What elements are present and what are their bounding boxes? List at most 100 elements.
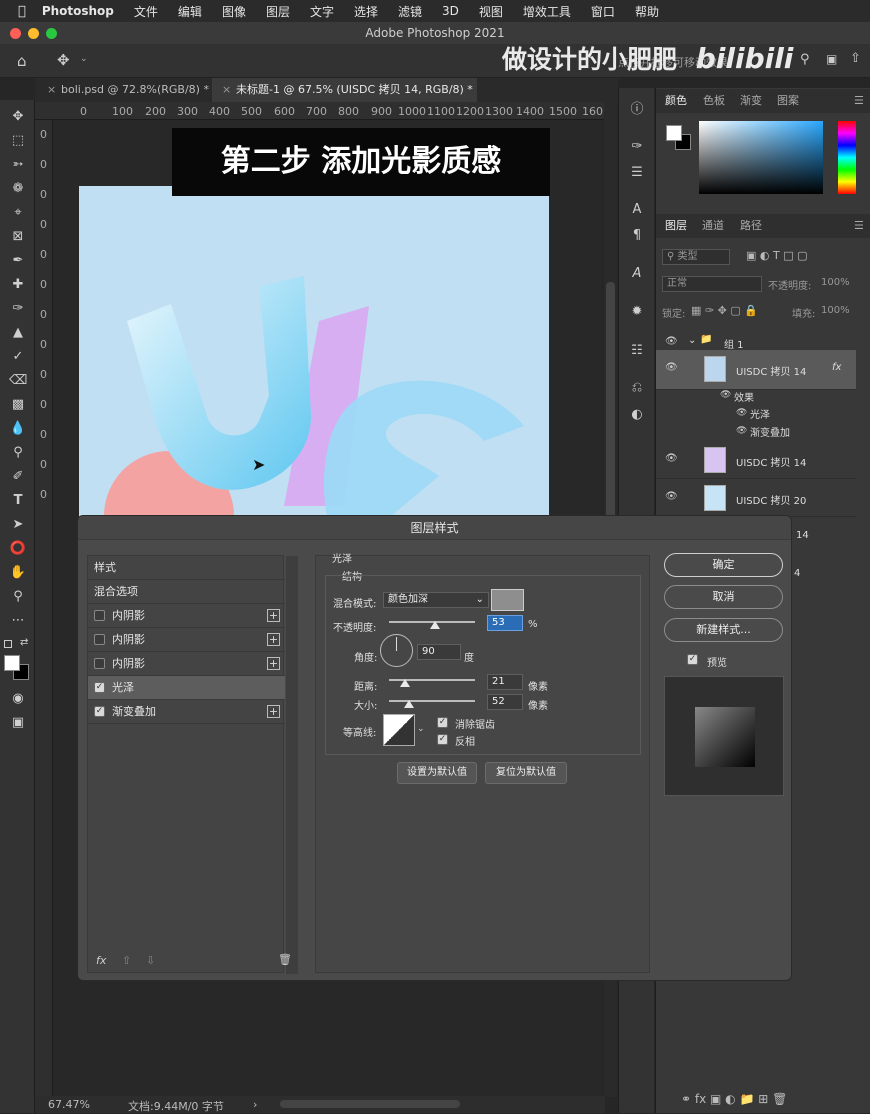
- effect-gradient-overlay[interactable]: 渐变叠加: [750, 424, 790, 439]
- size-slider-handle[interactable]: [404, 700, 414, 708]
- character-icon[interactable]: A: [628, 201, 646, 219]
- home-icon[interactable]: ⌂: [17, 52, 27, 70]
- chevron-right-icon[interactable]: ›: [253, 1098, 257, 1111]
- eye-icon[interactable]: 👁: [665, 491, 678, 502]
- properties-icon[interactable]: ☷: [628, 342, 646, 360]
- brush-tool-icon[interactable]: ✑: [9, 300, 27, 318]
- reset-default-button[interactable]: 复位为默认值: [485, 762, 567, 784]
- quick-select-tool-icon[interactable]: ❁: [9, 180, 27, 198]
- blend-mode-select[interactable]: 颜色加深 ⌄: [383, 592, 489, 608]
- style-checkbox[interactable]: [94, 634, 105, 645]
- panel-menu-icon[interactable]: ☰: [854, 214, 864, 238]
- invert-checkbox[interactable]: ✓: [437, 734, 448, 745]
- adjustments-icon[interactable]: ◐: [628, 406, 646, 424]
- opacity-slider-handle[interactable]: [430, 621, 440, 629]
- chevron-down-icon[interactable]: ⌄: [80, 54, 88, 64]
- menu-filter[interactable]: 滤镜: [398, 3, 422, 20]
- adjust-icon[interactable]: ☰: [628, 164, 646, 182]
- tab-paths[interactable]: 路径: [740, 214, 762, 238]
- share-icon[interactable]: ⇧: [850, 51, 861, 66]
- set-default-button[interactable]: 设置为默认值: [397, 762, 477, 784]
- move-down-icon[interactable]: ⇩: [146, 954, 155, 967]
- workspace-icon[interactable]: ▣: [826, 52, 837, 66]
- menu-3d[interactable]: 3D: [442, 4, 459, 18]
- add-style-button[interactable]: +: [267, 609, 280, 622]
- info-icon[interactable]: ⓘ: [628, 101, 646, 119]
- selected-layer-row[interactable]: 👁 UISDC 拷贝 14 fx: [656, 350, 856, 390]
- layers-footer-icons[interactable]: ⚭ fx ▣ ◐ 📁 ⊞ 🗑: [681, 1092, 787, 1106]
- eye-icon[interactable]: 👁: [665, 362, 678, 373]
- menu-app-name[interactable]: Photoshop: [42, 4, 114, 18]
- effect-satin[interactable]: 光泽: [750, 406, 770, 421]
- style-item-satin[interactable]: ✓ 光泽: [88, 676, 285, 700]
- menu-image[interactable]: 图像: [222, 3, 246, 20]
- document-tab-boli[interactable]: × boli.psd @ 72.8%(RGB/8) *: [37, 78, 212, 102]
- zoom-window-button[interactable]: [46, 28, 57, 39]
- hue-slider[interactable]: [838, 121, 856, 194]
- eye-icon[interactable]: 👁: [665, 336, 678, 347]
- fill-value[interactable]: 100%: [821, 305, 850, 316]
- pen-tool-icon[interactable]: ✐: [9, 468, 27, 486]
- brush-settings-icon[interactable]: ✑: [628, 138, 646, 156]
- eye-icon[interactable]: 👁: [736, 408, 747, 418]
- preview-checkbox[interactable]: ✓: [687, 654, 698, 665]
- menu-select[interactable]: 选择: [354, 3, 378, 20]
- menu-layer[interactable]: 图层: [266, 3, 290, 20]
- fx-menu-button[interactable]: fx: [96, 954, 106, 967]
- healing-brush-tool-icon[interactable]: ✚: [9, 276, 27, 294]
- gradient-tool-icon[interactable]: ▩: [9, 396, 27, 414]
- artwork[interactable]: [79, 186, 549, 526]
- opacity-input[interactable]: 53: [487, 615, 523, 631]
- trash-icon[interactable]: 🗑: [278, 953, 292, 966]
- minimize-window-button[interactable]: [28, 28, 39, 39]
- menu-window[interactable]: 窗口: [591, 3, 615, 20]
- close-tab-icon[interactable]: ×: [222, 78, 231, 102]
- dodge-tool-icon[interactable]: ⚲: [9, 444, 27, 462]
- swap-colors-icon[interactable]: ⇄: [20, 637, 28, 648]
- marquee-tool-icon[interactable]: ⬚: [9, 132, 27, 150]
- chevron-down-icon[interactable]: ⌄: [688, 335, 696, 346]
- ellipse-tool-icon[interactable]: ⭕: [9, 540, 27, 558]
- screen-mode-icon[interactable]: ▣: [9, 714, 27, 732]
- styles-list-scrollbar[interactable]: [286, 556, 298, 974]
- eraser-tool-icon[interactable]: ⌫: [9, 372, 27, 390]
- add-style-button[interactable]: +: [267, 705, 280, 718]
- style-checkbox[interactable]: ✓: [94, 682, 105, 693]
- close-window-button[interactable]: [10, 28, 21, 39]
- style-item-inner-shadow[interactable]: 内阴影 +: [88, 604, 285, 628]
- menu-plugins[interactable]: 增效工具: [523, 3, 571, 20]
- style-item-inner-shadow[interactable]: 内阴影 +: [88, 628, 285, 652]
- move-tool-options-icon[interactable]: ✥: [57, 51, 70, 69]
- eye-icon[interactable]: 👁: [720, 390, 731, 400]
- history-icon[interactable]: ⎌: [628, 379, 646, 397]
- blend-mode-select[interactable]: 正常: [662, 276, 762, 292]
- style-checkbox[interactable]: [94, 610, 105, 621]
- menu-help[interactable]: 帮助: [635, 3, 659, 20]
- glyphs-icon[interactable]: A: [628, 265, 646, 283]
- tab-patterns[interactable]: 图案: [777, 89, 799, 113]
- tab-layers[interactable]: 图层: [665, 214, 687, 238]
- menu-edit[interactable]: 编辑: [178, 3, 202, 20]
- lasso-tool-icon[interactable]: ➳: [9, 156, 27, 174]
- eyedropper-tool-icon[interactable]: ✒: [9, 252, 27, 270]
- apple-icon[interactable]: : [18, 4, 26, 19]
- hand-tool-icon[interactable]: ✋: [9, 564, 27, 582]
- foreground-color-swatch[interactable]: [4, 655, 20, 671]
- style-checkbox[interactable]: ✓: [94, 706, 105, 717]
- contour-picker[interactable]: [383, 714, 415, 746]
- layer-row[interactable]: 👁 UISDC 拷贝 20: [656, 479, 856, 517]
- search-icon[interactable]: ⚲: [800, 52, 810, 67]
- gloss-color-swatch[interactable]: [491, 589, 524, 611]
- panel-foreground-swatch[interactable]: [666, 125, 682, 141]
- angle-input[interactable]: 90: [417, 644, 461, 660]
- style-item-inner-shadow[interactable]: 内阴影 +: [88, 652, 285, 676]
- color-picker-field[interactable]: [699, 121, 823, 194]
- tab-gradients[interactable]: 渐变: [740, 89, 762, 113]
- tab-swatches[interactable]: 色板: [703, 89, 725, 113]
- default-colors-icon[interactable]: [4, 640, 12, 648]
- panel-menu-icon[interactable]: ☰: [854, 89, 864, 113]
- layer-filter-select[interactable]: ⚲ 类型: [662, 249, 730, 265]
- history-brush-tool-icon[interactable]: ✓: [9, 348, 27, 366]
- menu-view[interactable]: 视图: [479, 3, 503, 20]
- ok-button[interactable]: 确定: [664, 553, 783, 577]
